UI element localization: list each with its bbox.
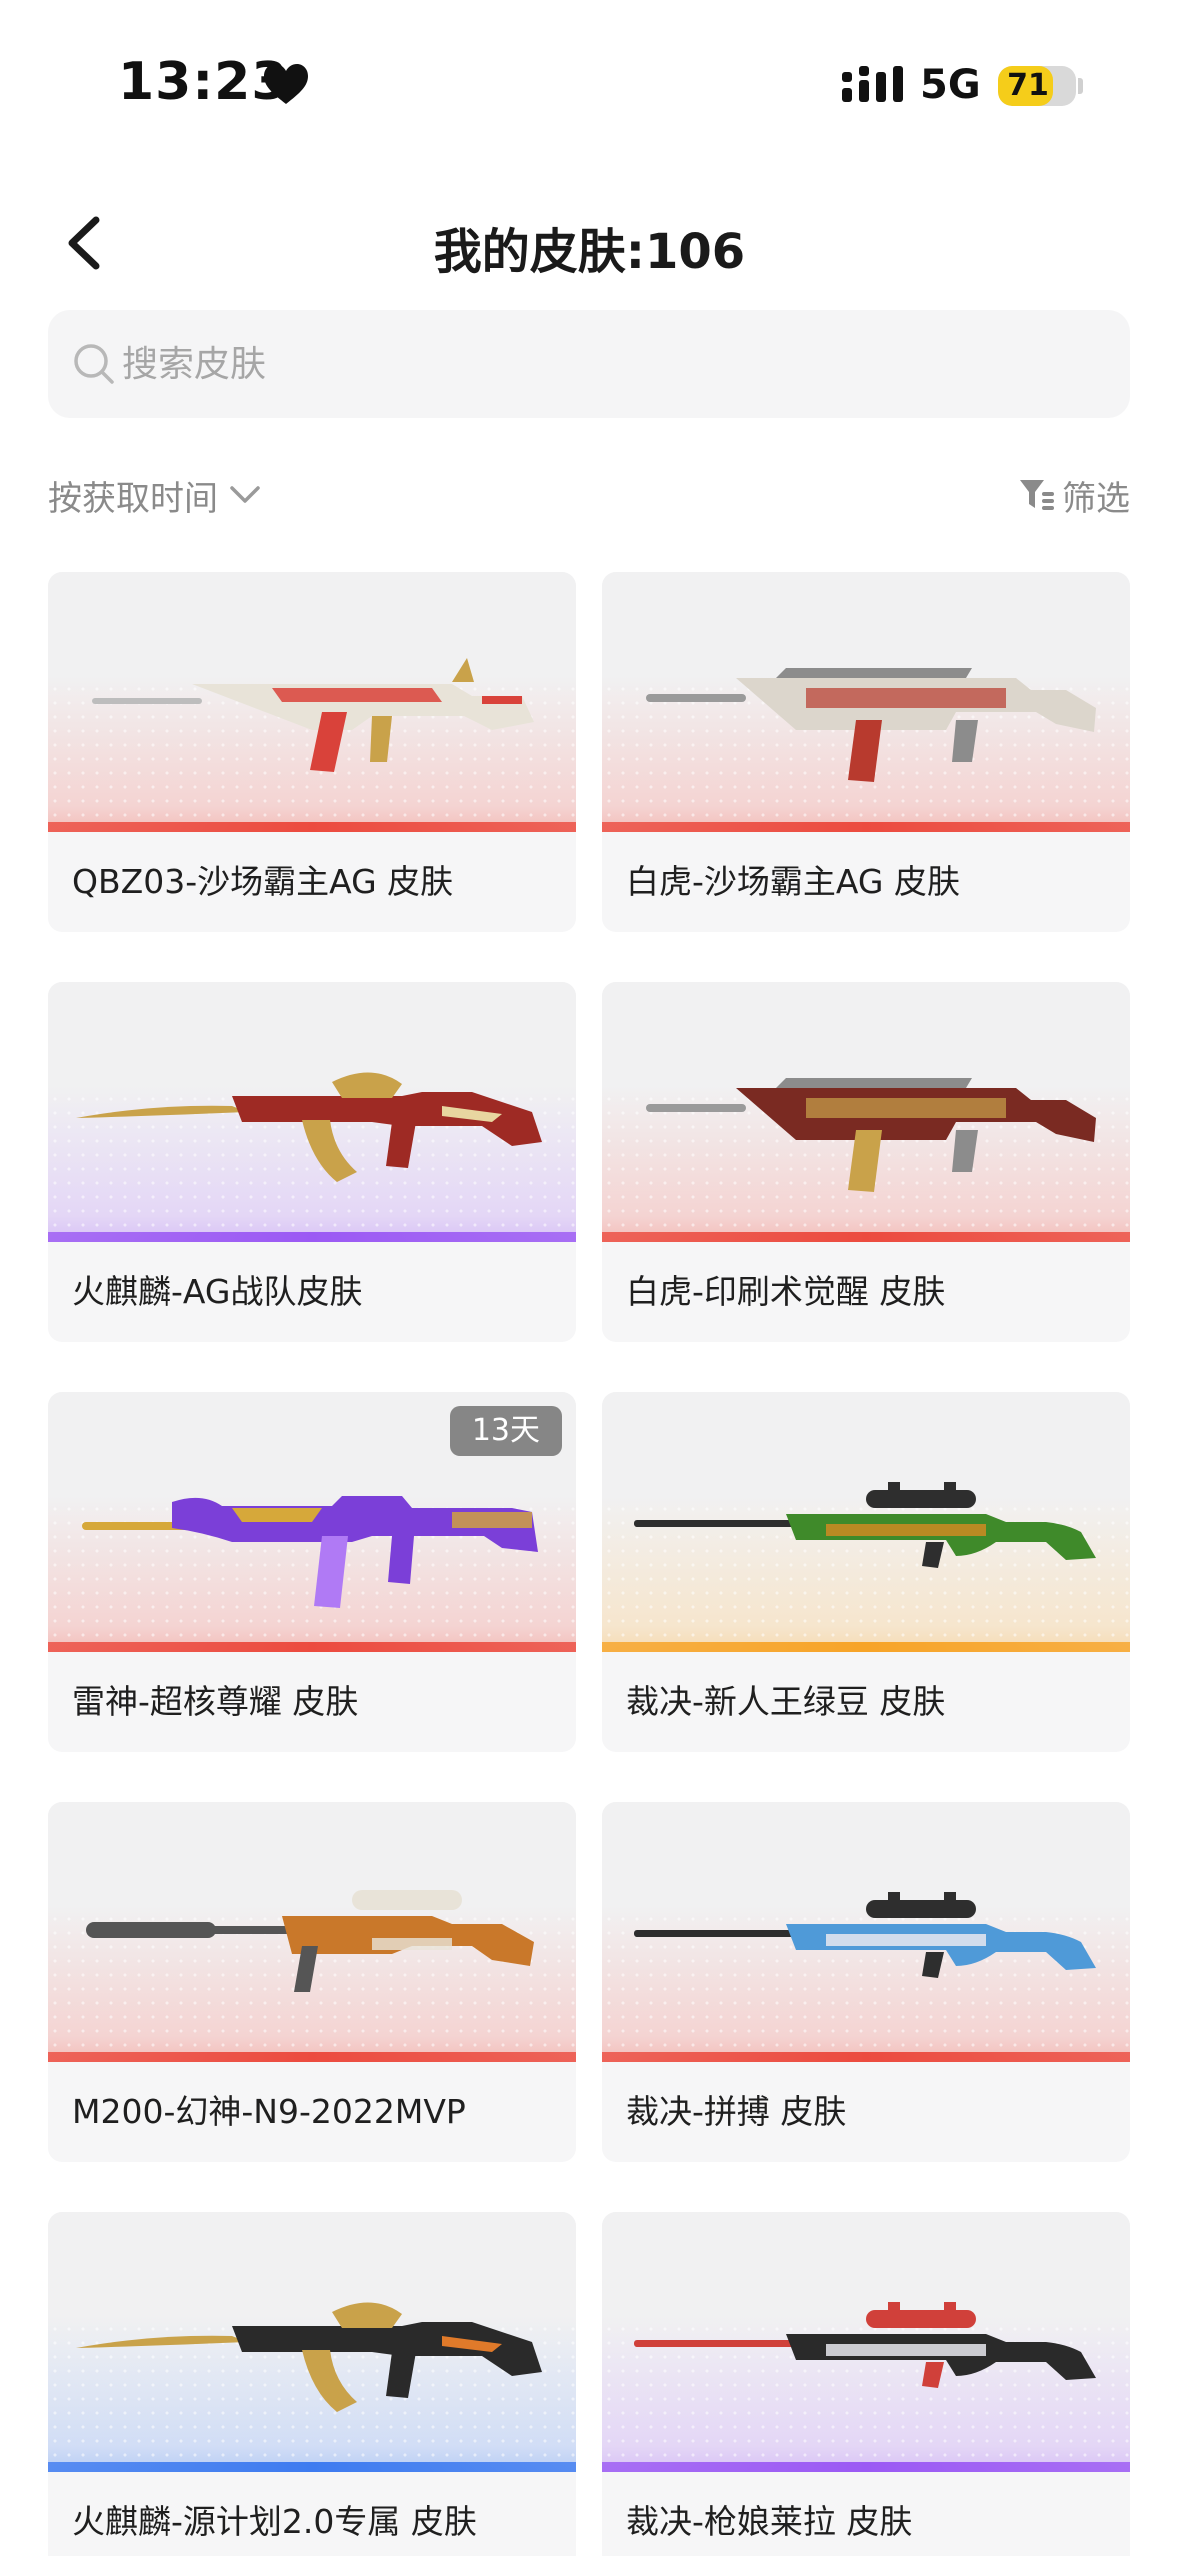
skin-card[interactable]: 裁决-枪娘莱拉 皮肤	[602, 2212, 1130, 2556]
skin-card[interactable]: 火麒麟-AG战队皮肤	[48, 982, 576, 1342]
network-type: 5G	[920, 62, 981, 108]
skin-name: 火麒麟-AG战队皮肤	[72, 1272, 363, 1311]
weapon-image	[634, 1482, 1096, 1568]
battery-icon: 71	[998, 66, 1076, 106]
skin-image	[602, 1392, 1130, 1652]
status-bar: 13:23 5G 71	[0, 0, 1179, 150]
rarity-bar	[48, 2052, 576, 2062]
skin-card[interactable]: 雷神-超核尊耀 皮肤 13天	[48, 1392, 576, 1752]
skin-name: 裁决-拼搏 皮肤	[626, 2092, 847, 2131]
skin-name: 雷神-超核尊耀 皮肤	[72, 1682, 359, 1721]
skin-card[interactable]: 火麒麟-源计划2.0专属 皮肤	[48, 2212, 576, 2556]
weapon-image	[634, 2302, 1096, 2388]
weapon-image	[76, 2302, 542, 2412]
skin-image	[48, 572, 576, 832]
skin-name: 裁决-枪娘莱拉 皮肤	[626, 2502, 913, 2541]
skin-image	[48, 1802, 576, 2062]
battery-cap	[1078, 78, 1083, 94]
skin-name: M200-幻神-N9-2022MVP	[72, 2092, 466, 2131]
skin-name: 白虎-印刷术觉醒 皮肤	[626, 1272, 946, 1311]
search-bar[interactable]	[48, 310, 1130, 418]
skin-image	[602, 1802, 1130, 2062]
filter-icon	[1020, 480, 1054, 510]
sort-dropdown[interactable]: 按获取时间	[48, 470, 262, 520]
time-left-badge: 13天	[449, 1406, 562, 1456]
weapon-image	[634, 1892, 1096, 1978]
back-button[interactable]	[56, 208, 116, 278]
rarity-bar	[48, 822, 576, 832]
skin-name: QBZ03-沙场霸主AG 皮肤	[72, 862, 454, 901]
rarity-bar	[602, 2052, 1130, 2062]
skin-card[interactable]: 白虎-印刷术觉醒 皮肤	[602, 982, 1130, 1342]
skin-image	[602, 2212, 1130, 2472]
signal-icon	[842, 66, 903, 102]
skin-image	[48, 2212, 576, 2472]
skin-name: 火麒麟-源计划2.0专属 皮肤	[72, 2502, 477, 2541]
rarity-bar	[48, 2462, 576, 2472]
skin-card[interactable]: M200-幻神-N9-2022MVP	[48, 1802, 576, 2162]
skin-card[interactable]: 裁决-拼搏 皮肤	[602, 1802, 1130, 2162]
skin-name: 裁决-新人王绿豆 皮肤	[626, 1682, 946, 1721]
search-icon	[74, 344, 114, 384]
skin-name: 白虎-沙场霸主AG 皮肤	[626, 862, 960, 901]
skin-card[interactable]: QBZ03-沙场霸主AG 皮肤	[48, 572, 576, 932]
skin-image	[602, 982, 1130, 1242]
chevron-down-icon	[230, 486, 260, 503]
skin-image	[48, 982, 576, 1242]
weapon-image	[82, 1496, 538, 1608]
weapon-image	[76, 1072, 542, 1182]
search-input[interactable]	[122, 332, 1102, 396]
battery-level: 71	[1007, 68, 1049, 103]
weapon-image	[86, 1890, 534, 1992]
rarity-bar	[48, 1642, 576, 1652]
rarity-bar	[48, 1232, 576, 1242]
rarity-bar	[602, 1642, 1130, 1652]
rarity-bar	[602, 1232, 1130, 1242]
weapon-image	[92, 658, 534, 772]
skin-image	[602, 572, 1130, 832]
rarity-bar	[602, 822, 1130, 832]
skin-card[interactable]: 白虎-沙场霸主AG 皮肤	[602, 572, 1130, 932]
filter-button[interactable]: 筛选	[1018, 470, 1130, 520]
page-title: 我的皮肤:106	[433, 224, 746, 280]
rarity-bar	[602, 2462, 1130, 2472]
heart-icon	[264, 64, 308, 104]
skin-card[interactable]: 裁决-新人王绿豆 皮肤	[602, 1392, 1130, 1752]
weapon-image	[646, 668, 1096, 782]
sort-label: 按获取时间	[48, 478, 218, 519]
weapon-image	[646, 1078, 1096, 1192]
filter-label: 筛选	[1062, 478, 1130, 519]
